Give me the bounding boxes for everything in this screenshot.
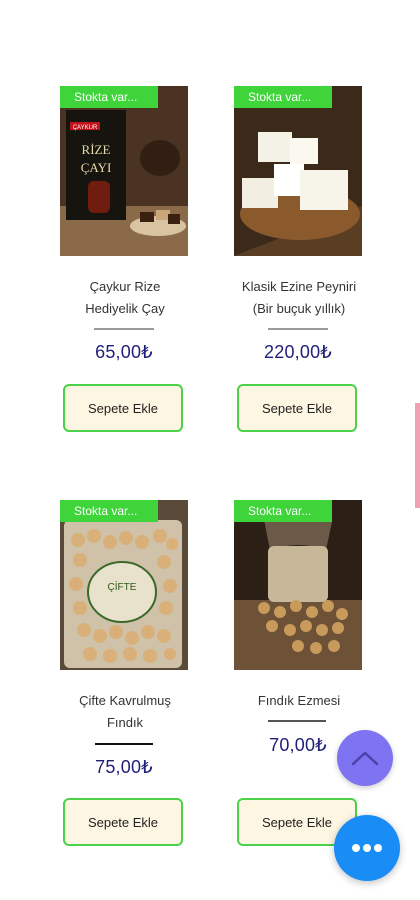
product-price: 220,00₺ [264, 342, 332, 362]
product-image-cheese[interactable] [234, 86, 362, 256]
product-title[interactable]: Çifte Kavrulmuş Fındık [50, 690, 200, 734]
product-image-roasted-hazelnut[interactable]: ÇİFTE [60, 500, 188, 670]
stock-badge: Stokta var... [234, 86, 332, 108]
hazelnut-paste-image [234, 500, 362, 670]
chat-button[interactable] [334, 815, 400, 881]
chevron-up-icon [351, 751, 379, 766]
product-price: 75,00₺ [95, 757, 153, 777]
svg-text:RİZE: RİZE [82, 142, 111, 157]
title-divider [268, 328, 328, 330]
more-dots-icon [352, 844, 382, 852]
stock-badge: Stokta var... [234, 500, 332, 522]
product-title[interactable]: Çaykur Rize Hediyelik Çay [50, 276, 200, 320]
title-divider [95, 743, 153, 745]
svg-text:ÇAYKUR: ÇAYKUR [73, 125, 98, 131]
stock-badge: Stokta var... [60, 500, 158, 522]
add-to-cart-button[interactable]: Sepete Ekle [63, 798, 183, 846]
product-image-tea[interactable]: ÇAYKUR RİZE ÇAYI [60, 86, 188, 256]
tea-package-image: ÇAYKUR RİZE ÇAYI [60, 86, 188, 256]
title-divider [268, 720, 326, 722]
add-to-cart-button[interactable]: Sepete Ekle [237, 384, 357, 432]
product-title[interactable]: Klasik Ezine Peyniri (Bir buçuk yıllık) [224, 276, 374, 320]
hazelnut-bag-image: ÇİFTE [60, 500, 188, 670]
add-to-cart-button[interactable]: Sepete Ekle [63, 384, 183, 432]
svg-text:ÇİFTE: ÇİFTE [108, 580, 137, 593]
scroll-to-top-button[interactable] [337, 730, 393, 786]
stock-badge: Stokta var... [60, 86, 158, 108]
side-tab[interactable] [415, 403, 420, 508]
product-title[interactable]: Fındık Ezmesi [224, 690, 374, 712]
svg-text:ÇAYI: ÇAYI [81, 160, 112, 175]
product-price: 65,00₺ [95, 342, 153, 362]
product-image-hazelnut-paste[interactable] [234, 500, 362, 670]
title-divider [94, 328, 154, 330]
cheese-image [234, 86, 362, 256]
